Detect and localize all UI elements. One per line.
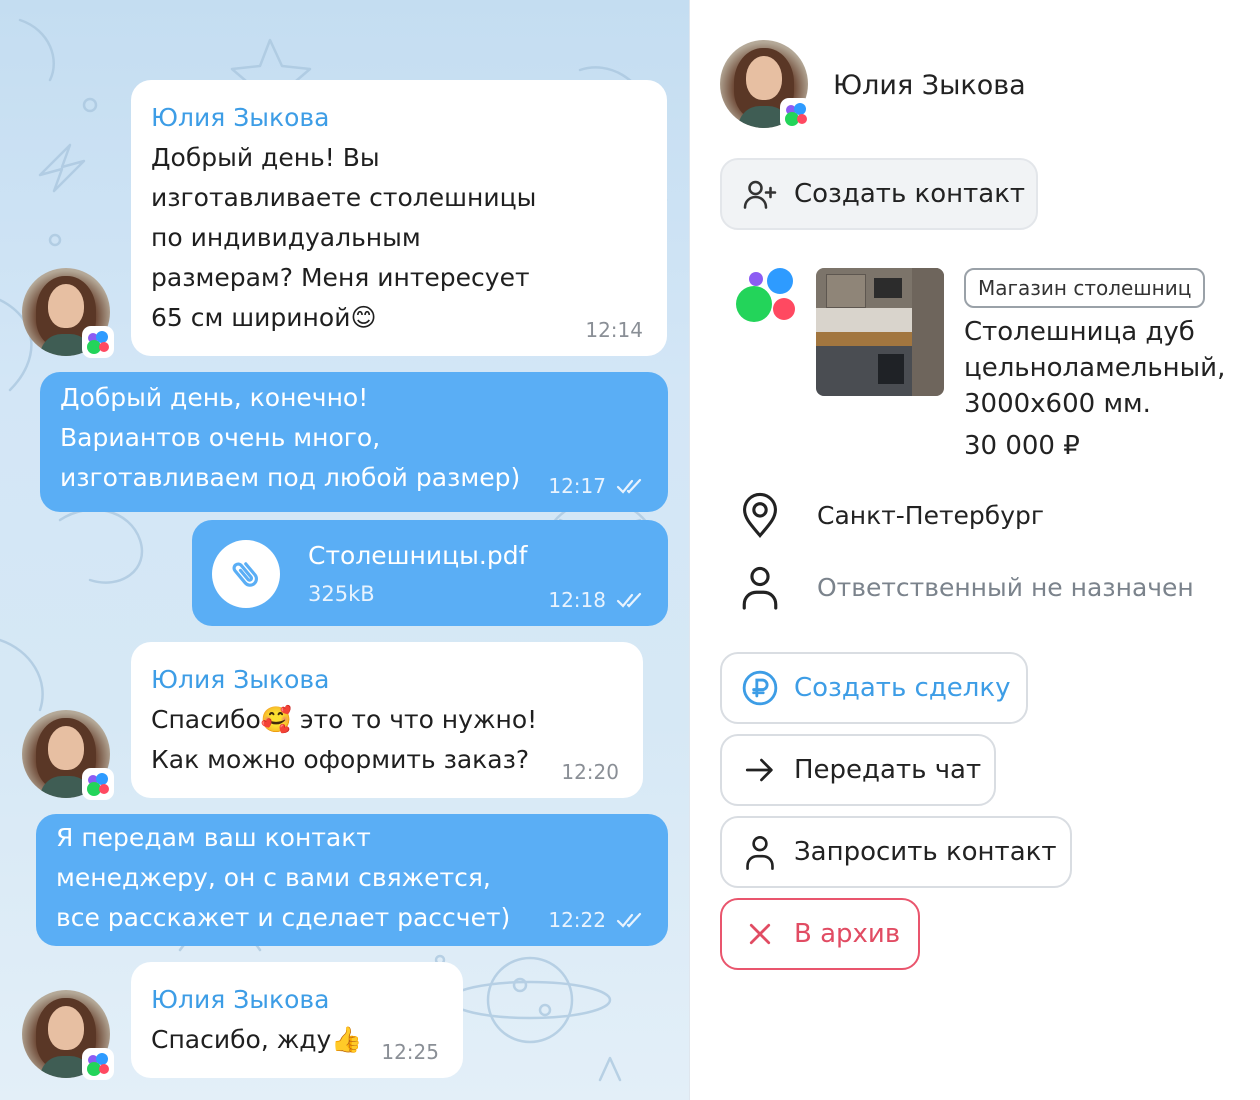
double-check-icon [616,912,642,928]
messenger-logo-icon [82,326,114,358]
message-text: Спасибо🥰 это то что нужно! Как можно офо… [151,705,538,774]
message-time: 12:20 [561,760,619,784]
file-name[interactable]: Столешницы.pdf [308,538,527,574]
incoming-message[interactable]: Юлия Зыкова Добрый день! Вы изготавливае… [131,80,667,356]
transfer-chat-label: Передать чат [794,755,982,785]
responsible-row: Ответственный не назначен [731,562,1194,612]
add-user-icon [740,174,780,214]
file-size: 325kB [308,582,375,606]
message-sender: Юлия Зыкова [151,985,330,1014]
message-time: 12:18 [548,588,606,612]
message-meta: 12:20 [561,760,619,784]
transfer-chat-button[interactable]: Передать чат [720,734,996,806]
product-image[interactable] [816,268,944,396]
messenger-logo-icon [736,268,795,322]
message-text: Добрый день! Вы изготавливаете столешниц… [151,143,537,332]
archive-label: В архив [794,919,901,949]
messenger-logo-icon [780,98,812,130]
message-meta: 12:14 [585,318,643,342]
user-icon [740,832,780,872]
message-meta: 12:22 [548,908,644,932]
message-time: 12:22 [548,908,606,932]
incoming-message[interactable]: Юлия Зыкова Спасибо🥰 это то что нужно! К… [131,642,643,798]
create-contact-label: Создать контакт [794,179,1026,209]
double-check-icon [616,592,642,608]
city-text: Санкт-Петербург [817,500,1045,530]
avatar[interactable] [22,710,114,800]
responsible-text[interactable]: Ответственный не назначен [817,573,1194,602]
location-pin-icon [731,491,789,539]
arrow-right-icon [740,750,780,790]
user-icon [731,564,789,610]
request-contact-button[interactable]: Запросить контакт [720,816,1072,888]
message-time: 12:17 [548,474,606,498]
message-meta: 12:18 [548,588,644,612]
contact-avatar[interactable] [720,40,812,130]
chat-panel: Юлия Зыкова Добрый день! Вы изготавливае… [0,0,690,1100]
message-sender: Юлия Зыкова [151,103,330,132]
shop-tag: Магазин столешниц [964,268,1206,308]
avatar[interactable] [22,268,114,358]
outgoing-message[interactable]: Добрый день, конечно! Вариантов очень мн… [40,372,668,512]
message-meta: 12:17 [548,474,644,498]
close-icon [740,914,780,954]
message-time: 12:14 [585,318,643,342]
create-deal-label: Создать сделку [794,673,1011,703]
paperclip-icon[interactable] [212,540,280,608]
outgoing-file-message[interactable]: Столешницы.pdf 325kB 12:18 [192,520,668,626]
message-meta: 12:25 [381,1040,439,1064]
product-price: 30 000 ₽ [964,431,1080,461]
double-check-icon [616,478,642,494]
archive-button[interactable]: В архив [720,898,920,970]
message-time: 12:25 [381,1040,439,1064]
request-contact-label: Запросить контакт [794,837,1057,867]
message-sender: Юлия Зыкова [151,665,330,694]
avatar[interactable] [22,990,114,1080]
messenger-logo-icon [82,1048,114,1080]
contact-name: Юлия Зыкова [833,70,1026,101]
product-title[interactable]: Столешница дуб цельноламельный, 3000х600… [964,314,1254,422]
messenger-logo-icon [82,768,114,800]
ruble-icon [740,668,780,708]
outgoing-message[interactable]: Я передам ваш контакт менеджеру, он с ва… [36,814,668,946]
contact-panel: Юлия Зыкова Создать контакт Магазин стол… [691,0,1260,1100]
create-deal-button[interactable]: Создать сделку [720,652,1028,724]
create-contact-button[interactable]: Создать контакт [720,158,1038,230]
city-row: Санкт-Петербург [731,490,1044,540]
incoming-message[interactable]: Юлия Зыкова Спасибо, жду👍 12:25 [131,962,463,1078]
